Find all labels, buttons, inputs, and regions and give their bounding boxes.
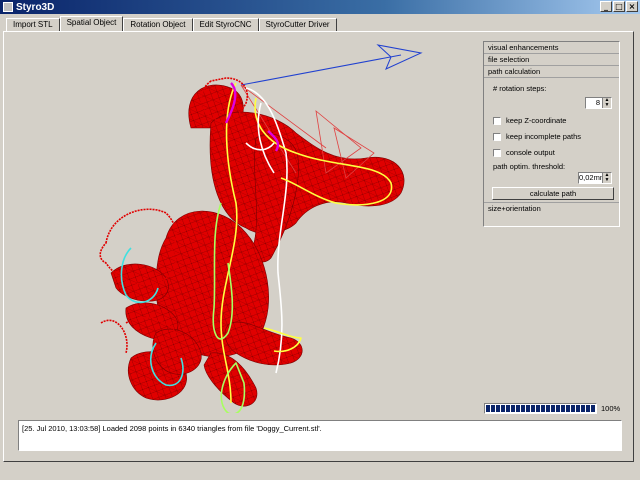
- log-line: [25. Jul 2010, 13:03:58] Loaded 2098 poi…: [22, 424, 322, 433]
- section-path-calculation[interactable]: path calculation: [484, 66, 619, 78]
- section-size-orientation[interactable]: size+orientation: [484, 203, 619, 215]
- progress-label: 100%: [601, 404, 621, 413]
- keep-incomplete-checkbox[interactable]: [493, 132, 501, 141]
- path-calculation-body: # rotation steps: 8 ▲ ▼ keep Z-coordinate…: [484, 78, 619, 203]
- spin-down-icon[interactable]: ▼: [602, 178, 611, 183]
- rotation-steps-value: 8: [595, 98, 600, 107]
- progress-fill: [486, 405, 595, 412]
- threshold-label: path optim. threshold:: [493, 162, 566, 171]
- keep-incomplete-checkbox-row[interactable]: keep incomplete paths: [493, 132, 581, 141]
- window-titlebar[interactable]: Styro3D _ □ ×: [0, 0, 640, 14]
- section-file-selection[interactable]: file selection: [484, 54, 619, 66]
- spin-down-icon[interactable]: ▼: [602, 103, 611, 108]
- keep-z-label: keep Z-coordinate: [506, 116, 567, 125]
- keep-z-checkbox[interactable]: [493, 116, 501, 125]
- rotation-steps-spinbox[interactable]: 8 ▲ ▼: [585, 97, 612, 109]
- dog-mesh: [110, 84, 405, 407]
- console-output-checkbox[interactable]: [493, 148, 501, 157]
- tab-rotation-object[interactable]: Rotation Object: [123, 18, 193, 31]
- options-panel: visual enhancements file selection path …: [483, 41, 620, 227]
- progress-bar: [484, 403, 597, 414]
- tab-import-stl[interactable]: Import STL: [6, 18, 60, 31]
- console-log[interactable]: [25. Jul 2010, 13:03:58] Loaded 2098 poi…: [18, 420, 622, 451]
- keep-z-checkbox-row[interactable]: keep Z-coordinate: [493, 116, 566, 125]
- tab-bar: Import STL Spatial Object Rotation Objec…: [6, 16, 337, 31]
- section-visual-enhancements[interactable]: visual enhancements: [484, 42, 619, 54]
- tab-styrocutter-driver[interactable]: StyroCutter Driver: [258, 18, 337, 31]
- tab-spatial-object[interactable]: Spatial Object: [59, 16, 124, 31]
- minimize-button[interactable]: _: [600, 1, 612, 12]
- maximize-button[interactable]: □: [613, 1, 625, 12]
- 3d-model-canvas[interactable]: [6, 33, 476, 413]
- window-title: Styro3D: [16, 1, 55, 13]
- 3d-viewport[interactable]: [6, 33, 476, 413]
- threshold-spinbox[interactable]: 0,02mm ▲ ▼: [578, 172, 612, 184]
- console-output-checkbox-row[interactable]: console output: [493, 148, 555, 157]
- calculate-path-button[interactable]: calculate path: [492, 187, 614, 200]
- app-icon: [3, 2, 13, 12]
- close-button[interactable]: ×: [626, 1, 638, 12]
- tab-edit-styrocnc[interactable]: Edit StyroCNC: [192, 18, 259, 31]
- rotation-steps-label: # rotation steps:: [493, 84, 547, 93]
- keep-incomplete-label: keep incomplete paths: [506, 132, 582, 141]
- console-output-label: console output: [506, 148, 555, 157]
